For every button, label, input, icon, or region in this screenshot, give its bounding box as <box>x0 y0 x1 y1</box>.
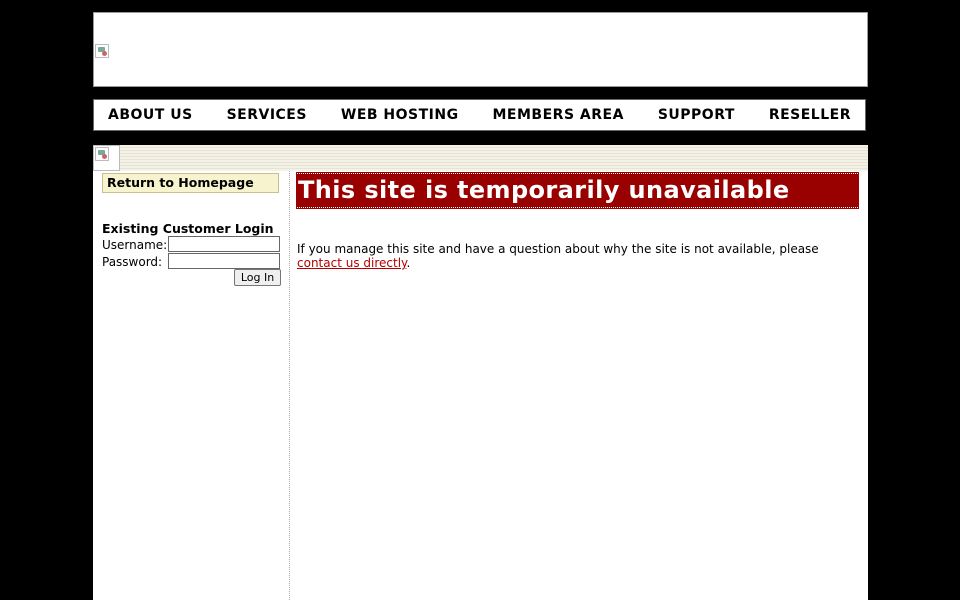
main-nav: ABOUT US SERVICES WEB HOSTING MEMBERS AR… <box>93 99 866 131</box>
decorative-stripe <box>93 145 868 171</box>
login-button[interactable]: Log In <box>234 269 281 286</box>
broken-image-icon <box>95 44 109 58</box>
message-end: . <box>406 256 411 270</box>
content-area: Return to Homepage Existing Customer Log… <box>93 171 868 600</box>
contact-us-link[interactable]: contact us directly <box>297 256 406 270</box>
message-text: If you manage this site and have a quest… <box>297 242 819 256</box>
username-label: Username: <box>102 238 168 252</box>
nav-about-us[interactable]: ABOUT US <box>108 107 193 123</box>
broken-image-icon <box>95 147 109 161</box>
unavailable-banner: This site is temporarily unavailable <box>296 172 859 209</box>
username-input[interactable] <box>168 236 280 252</box>
nav-support[interactable]: SUPPORT <box>658 107 735 123</box>
return-to-homepage-link[interactable]: Return to Homepage <box>102 173 279 193</box>
nav-web-hosting[interactable]: WEB HOSTING <box>341 107 459 123</box>
stripe-image <box>93 145 120 171</box>
password-input[interactable] <box>168 253 280 269</box>
password-label: Password: <box>102 255 163 269</box>
nav-services[interactable]: SERVICES <box>227 107 307 123</box>
login-title: Existing Customer Login <box>102 221 274 236</box>
site-header <box>93 12 868 87</box>
nav-reseller[interactable]: RESELLER <box>769 107 851 123</box>
unavailable-message: If you manage this site and have a quest… <box>297 242 857 270</box>
nav-members-area[interactable]: MEMBERS AREA <box>493 107 624 123</box>
sidebar: Return to Homepage Existing Customer Log… <box>93 171 290 600</box>
